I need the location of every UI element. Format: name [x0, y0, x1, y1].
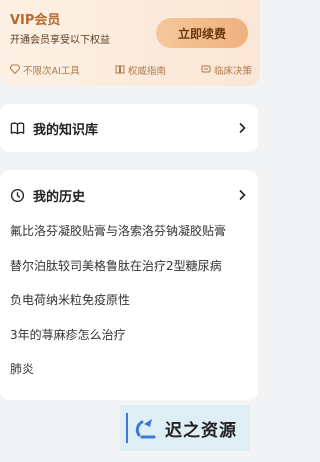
watermark-text: 迟之资源 — [165, 420, 237, 441]
chevron-right-icon[interactable] — [236, 189, 248, 201]
book-open-icon — [10, 121, 25, 136]
chevron-right-icon[interactable] — [236, 122, 248, 134]
vip-features: 不限次AI工具 权威指南 临床决策 — [9, 63, 252, 77]
history-item[interactable]: 负电荷纳米粒免疫原性 — [10, 289, 248, 324]
book-icon — [115, 64, 125, 77]
diamond-icon — [9, 64, 21, 77]
clinic-icon — [201, 64, 211, 77]
feature-guidelines: 权威指南 — [115, 63, 166, 77]
history-item[interactable]: 替尔泊肽较司美格鲁肽在治疗2型糖尿病 — [10, 255, 248, 290]
watermark-bar — [126, 413, 128, 443]
history-item[interactable]: 氟比洛芬凝胶贴膏与洛索洛芬钠凝胶贴膏 — [10, 220, 248, 255]
feature-label: 不限次AI工具 — [23, 66, 80, 77]
feature-label: 临床决策 — [213, 66, 252, 77]
history-list: 氟比洛芬凝胶贴膏与洛索洛芬钠凝胶贴膏 替尔泊肽较司美格鲁肽在治疗2型糖尿病 负电… — [10, 220, 248, 393]
knowledge-base-row[interactable]: 我的知识库 — [0, 104, 258, 152]
history-card: 我的历史 氟比洛芬凝胶贴膏与洛索洛芬钠凝胶贴膏 替尔泊肽较司美格鲁肽在治疗2型糖… — [0, 170, 258, 400]
history-item[interactable]: 肺炎 — [10, 358, 248, 393]
knowledge-base-title: 我的知识库 — [33, 122, 99, 138]
history-title: 我的历史 — [33, 189, 86, 205]
history-header[interactable]: 我的历史 — [10, 170, 248, 220]
vip-card[interactable]: VIP会员 开通会员享受以下权益 立即续费 不限次AI工具 权威指南 临床决策 — [0, 0, 260, 86]
clock-icon — [10, 188, 25, 203]
watermark-logo-icon — [133, 415, 159, 441]
renew-button[interactable]: 立即续费 — [156, 18, 248, 48]
history-item[interactable]: 3年的荨麻疹怎么治疗 — [10, 324, 248, 359]
watermark: 迟之资源 — [120, 405, 250, 451]
feature-label: 权威指南 — [127, 66, 166, 77]
feature-unlimited-ai: 不限次AI工具 — [9, 63, 80, 77]
feature-clinical: 临床决策 — [201, 63, 252, 77]
